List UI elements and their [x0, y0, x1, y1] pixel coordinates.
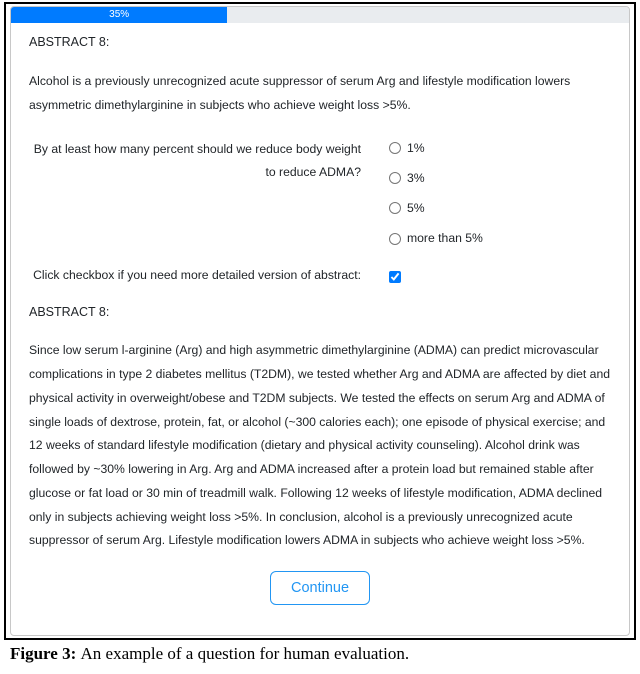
question-label: By at least how many percent should we r…	[29, 136, 389, 184]
radio-4[interactable]	[389, 233, 401, 245]
option-1-label: 1%	[407, 137, 425, 160]
progress-bar: 35%	[11, 7, 629, 23]
option-2[interactable]: 3%	[389, 167, 483, 190]
survey-frame: 35% ABSTRACT 8: Alcohol is a previously …	[4, 2, 636, 640]
survey-card: 35% ABSTRACT 8: Alcohol is a previously …	[10, 6, 630, 636]
option-3-label: 5%	[407, 197, 425, 220]
continue-button[interactable]: Continue	[270, 571, 370, 605]
option-1[interactable]: 1%	[389, 137, 483, 160]
detail-checkbox[interactable]	[389, 271, 401, 283]
abstract-1-text: Alcohol is a previously unrecognized acu…	[29, 69, 611, 118]
figure-caption-prefix: Figure 3:	[10, 644, 81, 663]
radio-2[interactable]	[389, 172, 401, 184]
abstract-2-title: ABSTRACT 8:	[29, 301, 611, 325]
checkbox-row: Click checkbox if you need more detailed…	[29, 264, 611, 291]
option-4-label: more than 5%	[407, 227, 483, 250]
options-group: 1% 3% 5% more than 5%	[389, 136, 483, 251]
radio-3[interactable]	[389, 202, 401, 214]
radio-1[interactable]	[389, 142, 401, 154]
option-3[interactable]: 5%	[389, 197, 483, 220]
progress-fill: 35%	[11, 7, 227, 23]
question-row: By at least how many percent should we r…	[29, 136, 611, 251]
abstract-2-text: Since low serum l-arginine (Arg) and hig…	[29, 339, 611, 553]
content-area: ABSTRACT 8: Alcohol is a previously unre…	[11, 23, 629, 615]
figure-caption: Figure 3: An example of a question for h…	[10, 644, 640, 664]
figure-caption-text: An example of a question for human evalu…	[81, 644, 410, 663]
option-4[interactable]: more than 5%	[389, 227, 483, 250]
continue-wrap: Continue	[29, 571, 611, 605]
checkbox-wrap	[389, 264, 401, 291]
checkbox-label: Click checkbox if you need more detailed…	[29, 264, 389, 287]
option-2-label: 3%	[407, 167, 425, 190]
abstract-1-title: ABSTRACT 8:	[29, 31, 611, 55]
